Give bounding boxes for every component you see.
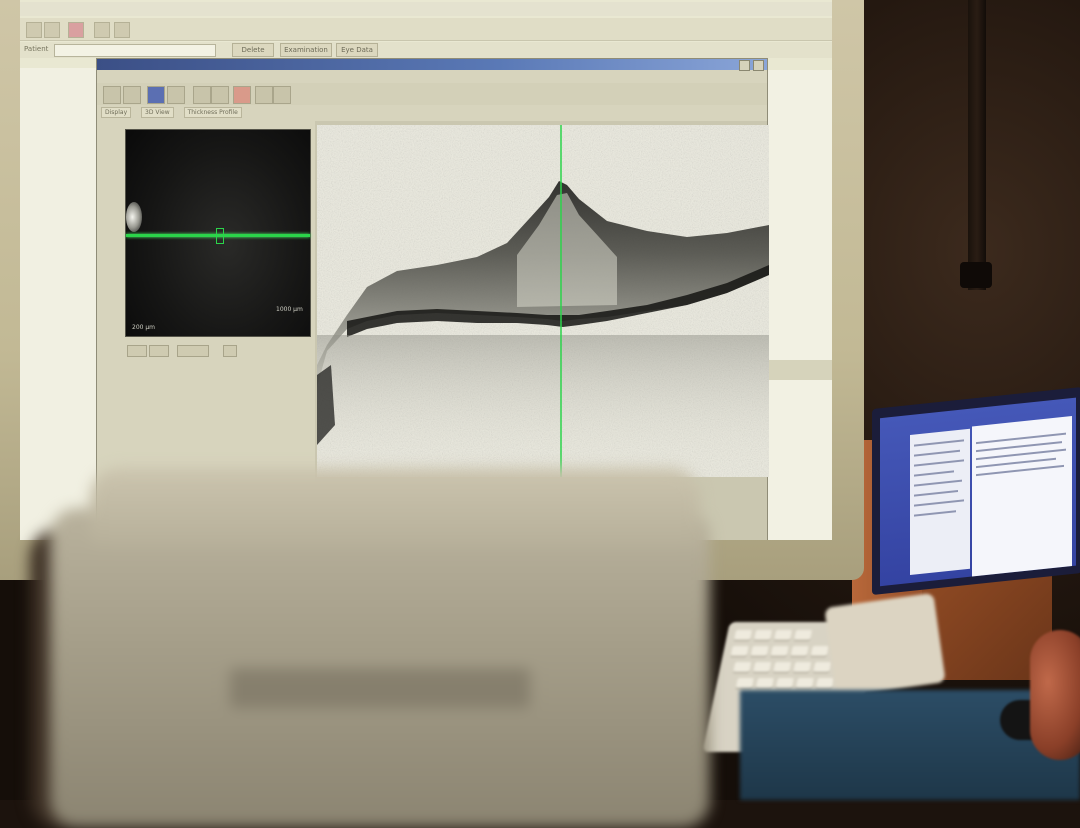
keyboard-key	[755, 678, 774, 688]
zoom-icon[interactable]	[123, 86, 141, 104]
eraser-icon[interactable]	[273, 86, 291, 104]
laptop-window-list	[910, 428, 970, 576]
viewer-tabs: Display 3D View Thickness Profile	[101, 107, 401, 121]
fundus-controls	[127, 345, 247, 357]
oct-scanner-device	[30, 468, 730, 828]
laptop-window-table	[972, 416, 1072, 577]
keyboard-key	[770, 646, 789, 656]
keyboard-key	[733, 662, 752, 672]
examination-button[interactable]: Examination	[280, 43, 332, 57]
viewer-toolbar	[97, 83, 767, 105]
keyboard-key	[753, 662, 772, 672]
keyboard-key	[793, 630, 813, 640]
open-icon[interactable]	[26, 22, 42, 38]
right-panel	[768, 70, 832, 540]
patient-select[interactable]	[54, 44, 216, 57]
next-arrow-icon[interactable]	[211, 86, 229, 104]
main-toolbar	[20, 18, 832, 41]
keyboard-key	[735, 678, 754, 688]
eye-data-button[interactable]: Eye Data	[336, 43, 378, 57]
scan-position-marker[interactable]	[216, 228, 224, 244]
pointer-icon[interactable]	[103, 86, 121, 104]
choroid-shadow	[317, 335, 769, 477]
keyboard-key	[790, 646, 809, 656]
settings-icon[interactable]	[114, 22, 130, 38]
menu-item[interactable]	[30, 2, 38, 11]
optic-disc	[126, 202, 142, 232]
reset-icon[interactable]	[223, 345, 237, 357]
device-label-plate	[230, 668, 530, 708]
fundus-image[interactable]: 1000 µm 200 µm	[125, 129, 311, 337]
tab-3d-view[interactable]: 3D View	[141, 107, 174, 118]
pen-icon[interactable]	[255, 86, 273, 104]
contrast-button[interactable]	[127, 345, 147, 357]
keyboard-key	[810, 646, 829, 656]
minimize-icon[interactable]	[739, 60, 750, 71]
list-item	[914, 479, 962, 487]
keyboard-key	[773, 630, 793, 640]
monitor-screen: Patient Delete Examination Eye Data Disp…	[20, 0, 832, 540]
wall-cable	[968, 0, 986, 290]
tab-display[interactable]: Display	[101, 107, 132, 118]
delete-button[interactable]: Delete	[232, 43, 274, 57]
close-icon[interactable]	[753, 60, 764, 71]
brightness-button[interactable]	[149, 345, 169, 357]
list-item	[914, 489, 958, 497]
keyboard-key	[733, 630, 753, 640]
keyboard-key	[813, 662, 832, 672]
save-icon[interactable]	[44, 22, 60, 38]
keyboard-key	[775, 678, 794, 688]
keyboard-key	[730, 646, 749, 656]
device-top	[90, 468, 700, 548]
save-icon[interactable]	[147, 86, 165, 104]
prev-arrow-icon[interactable]	[193, 86, 211, 104]
tab-thickness-profile[interactable]: Thickness Profile	[183, 107, 242, 118]
keyboard-key	[773, 662, 792, 672]
list-item	[914, 510, 956, 517]
search-icon[interactable]	[94, 22, 110, 38]
keyboard-key	[815, 678, 834, 688]
cable-plug	[960, 262, 992, 288]
menu-bar	[20, 2, 832, 16]
measure-icon[interactable]	[167, 86, 185, 104]
viewer-menu-bar	[97, 71, 767, 81]
patient-label: Patient	[24, 45, 49, 53]
keyboard-key	[750, 646, 769, 656]
keyboard-key	[793, 662, 812, 672]
list-item	[914, 449, 960, 457]
paper-roll	[824, 592, 946, 698]
print-icon[interactable]	[68, 22, 84, 38]
hand	[1030, 630, 1080, 760]
laptop	[872, 386, 1080, 596]
list-item	[914, 439, 964, 447]
window-title-bar[interactable]	[97, 59, 767, 70]
list-item	[914, 470, 954, 477]
grid-icon[interactable]	[233, 86, 251, 104]
keyboard-key	[753, 630, 773, 640]
fundus-scale-label: 200 µm	[132, 324, 156, 331]
list-item	[914, 499, 964, 507]
fundus-size-label: 1000 µm	[276, 306, 303, 313]
laptop-screen	[880, 397, 1076, 587]
oct-b-scan[interactable]	[317, 125, 769, 477]
list-item	[914, 459, 964, 467]
zoom-select[interactable]	[177, 345, 209, 357]
keyboard-key	[795, 678, 814, 688]
